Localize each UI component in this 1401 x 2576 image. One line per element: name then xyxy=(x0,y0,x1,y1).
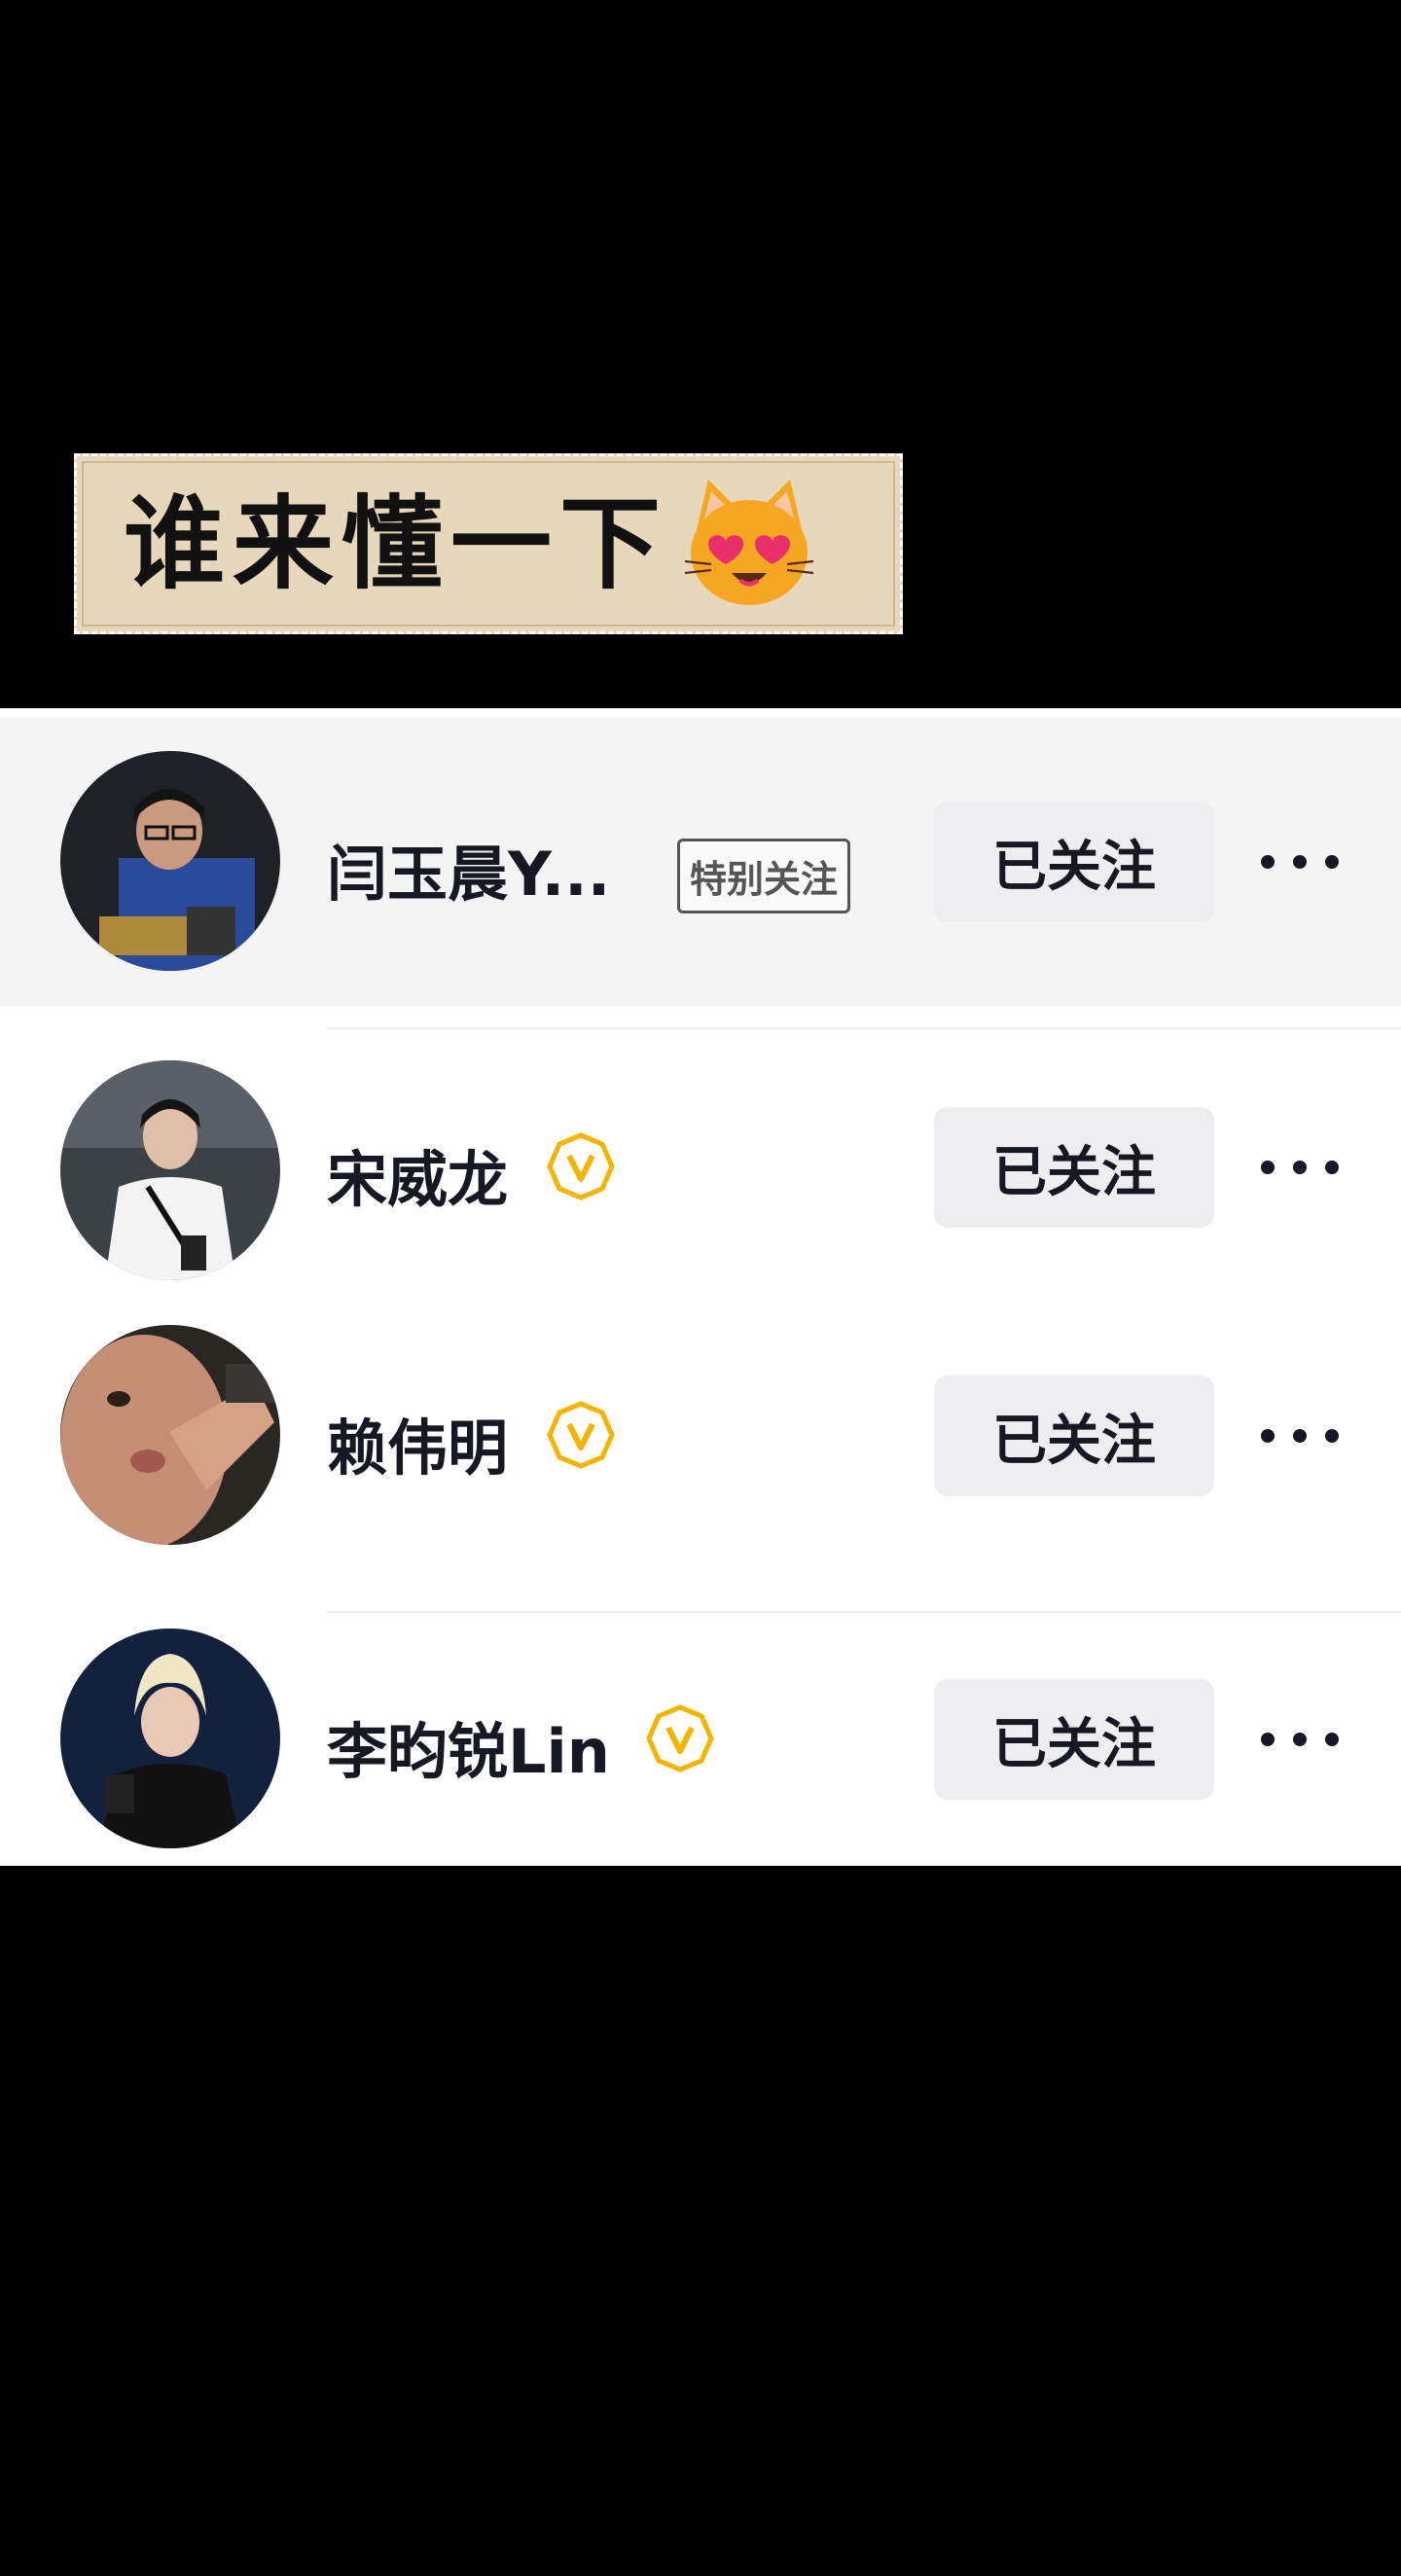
following-button[interactable]: 已关注 xyxy=(934,1376,1214,1496)
more-options-icon[interactable] xyxy=(1261,1416,1339,1455)
user-name[interactable]: 赖伟明 xyxy=(327,1399,508,1486)
following-button[interactable]: 已关注 xyxy=(934,1107,1214,1228)
list-item[interactable]: 赖伟明 已关注 xyxy=(0,1302,1401,1564)
verified-badge-icon xyxy=(646,1704,714,1772)
list-item[interactable]: 李昀锐Lin 已关注 xyxy=(0,1613,1401,1866)
caption-sticker: 谁来懂一下 xyxy=(74,453,903,634)
more-options-icon[interactable] xyxy=(1261,1720,1339,1759)
avatar-photo-closeup-icon xyxy=(60,1325,280,1545)
caption-text: 谁来懂一下 xyxy=(124,483,669,603)
verified-badge-icon xyxy=(547,1401,615,1469)
user-name[interactable]: 李昀锐Lin xyxy=(327,1702,610,1790)
verified-badge-icon xyxy=(547,1132,615,1200)
user-name[interactable]: 闫玉晨Y... xyxy=(327,825,610,912)
avatar-photo-dark-icon xyxy=(60,751,280,971)
screenshot-page: 谁来懂一下 闫玉晨Y... 特别关注 已关注 宋威龙 已关注 赖伟明 已关注 李… xyxy=(0,0,1401,2576)
list-item[interactable]: 宋威龙 已关注 xyxy=(0,1029,1401,1302)
avatar[interactable] xyxy=(60,1060,280,1280)
list-item[interactable]: 闫玉晨Y... 特别关注 已关注 xyxy=(0,718,1401,1006)
following-list: 闫玉晨Y... 特别关注 已关注 宋威龙 已关注 赖伟明 已关注 李昀锐Lin … xyxy=(0,708,1401,1866)
user-name[interactable]: 宋威龙 xyxy=(327,1130,508,1218)
avatar[interactable] xyxy=(60,1628,280,1848)
avatar[interactable] xyxy=(60,1325,280,1545)
following-button[interactable]: 已关注 xyxy=(934,802,1214,922)
heart-eyes-cat-icon xyxy=(684,480,814,605)
more-options-icon[interactable] xyxy=(1261,842,1339,881)
special-follow-tag: 特别关注 xyxy=(677,839,851,913)
avatar-photo-blond-icon xyxy=(60,1628,280,1848)
more-options-icon[interactable] xyxy=(1261,1148,1339,1187)
avatar[interactable] xyxy=(60,751,280,971)
following-button[interactable]: 已关注 xyxy=(934,1679,1214,1800)
avatar-photo-white-shirt-icon xyxy=(60,1060,280,1280)
